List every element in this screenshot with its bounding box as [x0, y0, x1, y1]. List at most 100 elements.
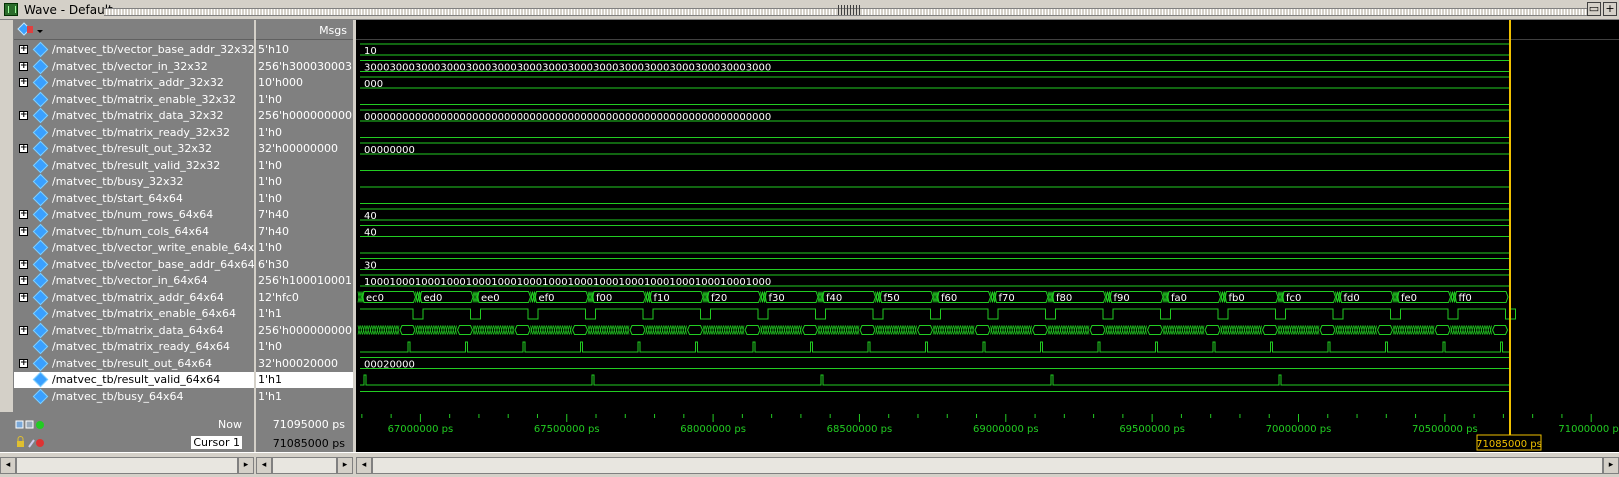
signal-value-row[interactable]: 1'h0 — [256, 158, 353, 174]
signal-row[interactable]: /matvec_tb/matrix_enable_64x64 — [14, 305, 254, 322]
signal-row[interactable]: + /matvec_tb/result_out_32x32 — [14, 140, 254, 157]
bus-transition — [1307, 325, 1311, 335]
expand-icon[interactable]: + — [19, 45, 28, 54]
bus-transition — [500, 325, 503, 335]
expand-icon[interactable]: + — [19, 210, 28, 219]
bus-transition — [831, 325, 835, 335]
signal-row[interactable]: /matvec_tb/result_valid_64x64 — [14, 371, 254, 388]
signal-row[interactable]: + /matvec_tb/vector_base_addr_32x32 — [14, 41, 254, 58]
signal-value-row[interactable]: 1'h0 — [256, 339, 353, 355]
signal-value-row[interactable]: 6'h30 — [256, 257, 353, 273]
wave-scroll-right-button[interactable]: ▸ — [1603, 457, 1619, 474]
bus-transition — [491, 325, 494, 335]
signal-row[interactable]: + /matvec_tb/vector_in_64x64 — [14, 272, 254, 289]
signal-diamond-icon — [32, 74, 49, 91]
names-scroll-right-button[interactable]: ▸ — [238, 457, 254, 474]
expand-icon[interactable]: + — [19, 276, 28, 285]
signal-row[interactable]: /matvec_tb/matrix_enable_32x32 — [14, 91, 254, 108]
bus-transition — [493, 325, 497, 335]
signal-row[interactable]: + /matvec_tb/matrix_addr_64x64 — [14, 289, 254, 306]
signal-row[interactable]: + /matvec_tb/vector_in_32x32 — [14, 58, 254, 75]
signal-row[interactable]: + /matvec_tb/result_out_64x64 — [14, 355, 254, 372]
values-scroll-left-button[interactable]: ◂ — [256, 457, 272, 474]
values-scroll-right-button[interactable]: ▸ — [337, 457, 353, 474]
signal-value-row[interactable]: 256'h100010001... — [256, 273, 353, 289]
signal-row[interactable]: + /matvec_tb/vector_base_addr_64x64 — [14, 256, 254, 273]
signal-value-row[interactable]: 1'h0 — [256, 92, 353, 108]
signal-value-row[interactable]: 32'h00000000 — [256, 141, 353, 157]
signal-row[interactable]: + /matvec_tb/matrix_data_32x32 — [14, 107, 254, 124]
signal-value-row[interactable]: 12'hfc0 — [256, 290, 353, 306]
bus-transition — [1417, 325, 1421, 335]
waveform-pane[interactable]: 10 30003000300030003000300030003000300030… — [356, 20, 1619, 412]
expand-icon[interactable]: + — [19, 78, 28, 87]
bus-segment — [1204, 325, 1221, 335]
names-scrollbar[interactable] — [16, 457, 238, 474]
expand-icon[interactable]: + — [19, 111, 28, 120]
close-window-button[interactable]: + — [1603, 2, 1617, 16]
time-ruler-canvas[interactable]: 67000000 ps 67500000 ps 68000000 ps 6850000… — [356, 412, 1619, 452]
signal-row[interactable]: + /matvec_tb/num_cols_64x64 — [14, 223, 254, 240]
bus-transition — [737, 325, 740, 335]
bus-transition — [1174, 325, 1177, 335]
lock-cursor-icon[interactable] — [14, 436, 54, 450]
drag-handle-icon[interactable] — [838, 5, 860, 15]
signal-row[interactable]: /matvec_tb/vector_write_enable_64x64 — [14, 239, 254, 256]
bus-segment — [916, 325, 934, 335]
signal-value-row[interactable]: 1'h0 — [256, 125, 353, 141]
signal-value-row[interactable]: 256'h000000000... — [256, 108, 353, 124]
signal-row[interactable]: /matvec_tb/matrix_ready_64x64 — [14, 338, 254, 355]
bus-segment — [1319, 325, 1336, 335]
signal-value-row[interactable]: 1'h1 — [256, 306, 353, 322]
bus-transition — [369, 325, 372, 335]
cursor1-label: Cursor 1 — [191, 436, 242, 449]
cursor1-row[interactable]: Cursor 1 — [14, 434, 254, 452]
restore-icon[interactable]: ▭ — [1587, 2, 1601, 16]
signal-row[interactable]: + /matvec_tb/matrix_data_64x64 — [14, 322, 254, 339]
bus-transition — [1185, 325, 1189, 335]
bus-transition — [603, 325, 607, 335]
wave-scroll-left-button[interactable]: ◂ — [356, 457, 372, 474]
waveform-canvas[interactable]: 10 30003000300030003000300030003000300030… — [356, 20, 1619, 412]
signal-row[interactable]: + /matvec_tb/num_rows_64x64 — [14, 206, 254, 223]
signal-value-row[interactable]: 32'h00020000 — [256, 356, 353, 372]
names-scroll-left-button[interactable]: ◂ — [0, 457, 16, 474]
bus-transition — [539, 325, 543, 335]
signal-row[interactable]: /matvec_tb/start_64x64 — [14, 190, 254, 207]
add-cursor-icon[interactable] — [14, 418, 54, 432]
values-scrollbar[interactable] — [272, 457, 337, 474]
signal-diamond-icon — [32, 124, 49, 140]
signal-row[interactable]: /matvec_tb/busy_32x32 — [14, 173, 254, 190]
signal-value-row[interactable]: 1'h0 — [256, 240, 353, 256]
signal-row[interactable]: /matvec_tb/busy_64x64 — [14, 388, 254, 405]
signal-value-row[interactable]: 7'h40 — [256, 224, 353, 240]
signal-value-row[interactable]: 5'h10 — [256, 42, 353, 58]
expand-icon[interactable]: + — [19, 226, 28, 236]
signal-value-row[interactable]: 1'h0 — [256, 174, 353, 190]
signal-value-row[interactable]: 1'h0 — [256, 191, 353, 207]
expand-icon[interactable]: + — [19, 144, 28, 153]
signal-row[interactable]: /matvec_tb/result_valid_32x32 — [14, 157, 254, 174]
signal-value-row[interactable]: 1'h1 — [256, 372, 353, 388]
signal-diamond-icon — [32, 140, 49, 157]
expand-icon[interactable]: + — [19, 259, 28, 269]
signal-value-row[interactable]: 256'h000000000... — [256, 323, 353, 339]
expand-icon[interactable]: + — [19, 358, 28, 368]
signal-row[interactable]: /matvec_tb/matrix_ready_32x32 — [14, 124, 254, 141]
signal-row[interactable]: + /matvec_tb/matrix_addr_32x32 — [14, 74, 254, 91]
bus-transition — [670, 325, 674, 335]
signal-value-row[interactable]: 1'h1 — [256, 389, 353, 405]
time-ruler[interactable]: 67000000 ps 67500000 ps 68000000 ps 6850000… — [356, 412, 1619, 452]
bus-transition — [799, 325, 802, 335]
expand-icon[interactable]: + — [19, 292, 28, 302]
bus-transition — [711, 325, 715, 335]
expand-icon[interactable]: + — [19, 61, 28, 71]
bus-transition — [1296, 325, 1299, 335]
expand-icon[interactable]: + — [19, 325, 28, 335]
wave-toolbar-icon[interactable] — [16, 21, 56, 39]
signal-value-row[interactable]: 7'h40 — [256, 207, 353, 223]
wave-scrollbar[interactable] — [372, 457, 1603, 474]
signal-value-row[interactable]: 10'h000 — [256, 75, 353, 91]
signal-diamond-icon — [32, 206, 49, 223]
signal-value-row[interactable]: 256'h300030003... — [256, 59, 353, 75]
